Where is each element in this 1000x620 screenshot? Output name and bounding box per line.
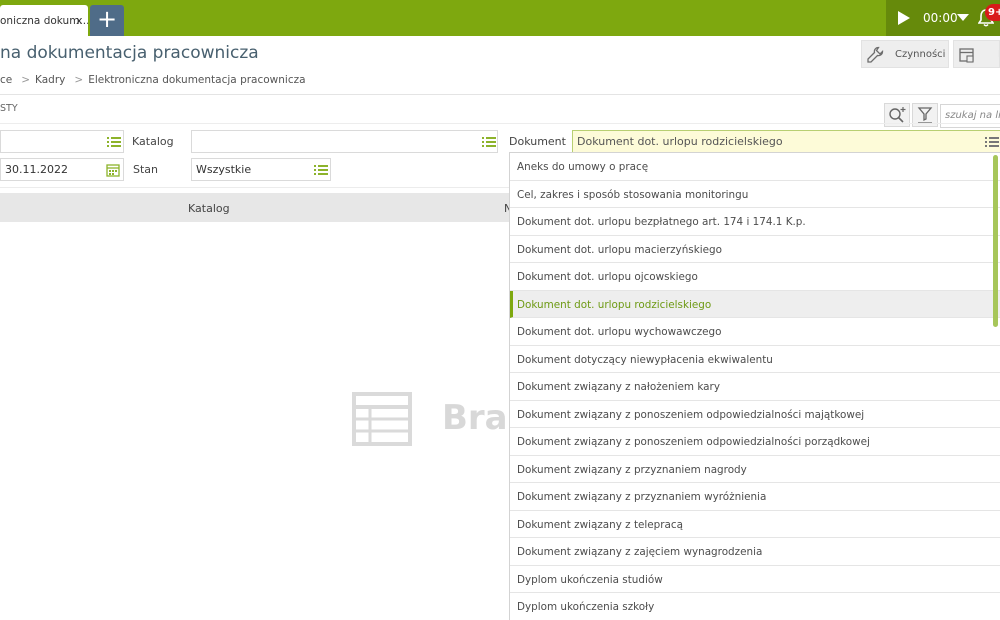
date-field[interactable]: 30.11.2022 <box>0 158 124 181</box>
first-filter-field[interactable] <box>0 130 124 153</box>
dropdown-scrollbar[interactable] <box>993 155 998 327</box>
dokument-field[interactable]: Dokument dot. urlopu rodzicielskiego <box>572 130 1000 153</box>
dokument-label: Dokument <box>509 135 566 148</box>
dropdown-option[interactable]: Dokument związany z przyznaniem wyróżnie… <box>510 483 1000 511</box>
tab-close-button[interactable]: x <box>76 14 83 27</box>
section-label: STY <box>0 103 18 114</box>
chevron-down-icon[interactable] <box>957 14 969 21</box>
dropdown-option[interactable]: Dokument związany z telepracą <box>510 511 1000 538</box>
divider <box>0 123 1000 124</box>
breadcrumb: ce > Kadry > Elektroniczna dokumentacja prac… <box>0 74 310 86</box>
breadcrumb-item[interactable]: ce <box>0 74 12 86</box>
dokument-dropdown-list[interactable]: Aneks do umowy o pracę Cel, zakres i spos… <box>509 152 1000 620</box>
dropdown-option[interactable]: Dokument związany z ponoszeniem odpowied… <box>510 428 1000 456</box>
chevron-right-icon: > <box>74 74 84 86</box>
actions-button-label: Czynności <box>895 49 946 60</box>
dropdown-option[interactable]: Dokument związany z przyznaniem nagrody <box>510 456 1000 483</box>
dropdown-option[interactable]: Dokument związany z ponoszeniem odpowied… <box>510 401 1000 428</box>
search-input[interactable]: szukaj na liście <box>940 104 1000 128</box>
actions-button[interactable]: Czynności <box>861 40 949 68</box>
breadcrumb-item[interactable]: Elektroniczna dokumentacja pracownicza <box>88 74 305 86</box>
dropdown-option[interactable]: Cel, zakres i sposób stosowania monitori… <box>510 181 1000 208</box>
list-icon[interactable] <box>314 165 328 175</box>
top-bar <box>0 0 1000 36</box>
calendar-list-icon <box>959 48 974 63</box>
katalog-field[interactable] <box>191 130 498 153</box>
dropdown-option[interactable]: Dokument związany z zajęciem wynagrodzen… <box>510 538 1000 566</box>
page-title: na dokumentacja pracownicza <box>0 43 259 63</box>
dropdown-option[interactable]: Dyplom ukończenia szkoły <box>510 593 1000 620</box>
table-icon <box>352 392 412 446</box>
divider <box>0 94 1000 95</box>
dropdown-option[interactable]: Aneks do umowy o pracę <box>510 153 1000 181</box>
katalog-label: Katalog <box>132 135 174 148</box>
list-icon[interactable] <box>985 137 999 147</box>
dropdown-option[interactable]: Dokument dot. urlopu wychowawczego <box>510 318 1000 346</box>
notification-badge: 9+ <box>985 4 1000 21</box>
chevron-right-icon: > <box>21 74 31 86</box>
divider <box>0 187 510 188</box>
dropdown-option[interactable]: Dokument związany z nałożeniem kary <box>510 373 1000 401</box>
breadcrumb-item[interactable]: Kadry <box>35 74 65 86</box>
tab-edp[interactable]: oniczna dokum... x <box>0 5 88 36</box>
dokument-value: Dokument dot. urlopu rodzicielskiego <box>577 135 783 148</box>
dropdown-option[interactable]: Dokument dot. urlopu ojcowskiego <box>510 263 1000 291</box>
column-header-katalog[interactable]: Katalog <box>188 202 230 215</box>
empty-state-text: Bra <box>442 398 508 438</box>
dropdown-option[interactable]: Dokument dot. urlopu rodzicielskiego <box>510 290 1000 318</box>
wrench-icon <box>867 46 884 63</box>
timer-display: 00:00 <box>923 11 958 25</box>
dropdown-option[interactable]: Dokument dot. urlopu macierzyńskiego <box>510 236 1000 263</box>
new-tab-button[interactable]: + <box>90 5 124 36</box>
list-icon[interactable] <box>107 137 121 147</box>
list-icon[interactable] <box>482 137 496 147</box>
secondary-toolbar-button[interactable]: L <box>953 40 1000 68</box>
play-icon[interactable] <box>898 11 910 25</box>
dropdown-option[interactable]: Dokument dot. urlopu bezpłatnego art. 17… <box>510 208 1000 236</box>
dropdown-option[interactable]: Dyplom ukończenia studiów <box>510 566 1000 593</box>
date-value: 30.11.2022 <box>5 163 68 176</box>
stan-label: Stan <box>133 163 159 176</box>
tab-label: oniczna dokum... <box>0 15 88 27</box>
stan-field[interactable]: Wszystkie <box>191 158 331 181</box>
dropdown-option[interactable]: Dokument dotyczący niewypłacenia ekwiwal… <box>510 346 1000 373</box>
grid-header: Katalog N <box>0 193 512 222</box>
calendar-icon[interactable] <box>106 163 120 177</box>
stan-value: Wszystkie <box>196 163 252 176</box>
